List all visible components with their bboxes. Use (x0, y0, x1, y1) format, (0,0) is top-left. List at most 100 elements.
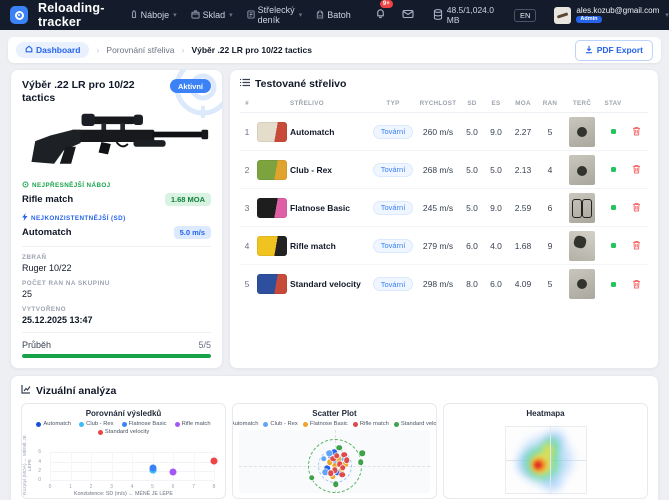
breadcrumb-separator: › (96, 45, 99, 55)
x-tick-label: 3 (110, 484, 113, 490)
row-number: 3 (240, 203, 254, 213)
moa-value: 2.59 (508, 203, 538, 213)
x-tick-label: 2 (90, 484, 93, 490)
es-value: 6.0 (484, 279, 508, 289)
table-title: Testované střelivo (255, 78, 346, 90)
x-tick-label: 4 (131, 484, 134, 490)
ammo-box-image (257, 160, 287, 180)
database-icon (433, 9, 443, 22)
journal-icon (247, 10, 255, 21)
nav-item-sklad[interactable]: Sklad▾ (184, 10, 240, 21)
target-thumbnail[interactable] (569, 193, 595, 223)
nav-item-label: Náboje (141, 10, 170, 20)
speed-value: 298 m/s (416, 279, 460, 289)
delete-row-button[interactable] (630, 160, 643, 179)
column-header: TERČ (562, 100, 602, 107)
tested-ammo-card: Testované střelivo #STŘELIVOTYPRYCHLOSTS… (229, 69, 659, 369)
target-icon (22, 181, 29, 190)
table-row: 2Club - RexTovární268 m/s5.05.02.134 (240, 151, 648, 189)
x-tick-label: 7 (192, 484, 195, 490)
speed-value: 260 m/s (416, 127, 460, 137)
shots-count: 5 (538, 127, 562, 137)
shot-point-standard-velocity (358, 459, 364, 465)
target-thumbnail[interactable] (569, 269, 595, 299)
delete-row-button[interactable] (630, 275, 643, 294)
type-badge: Tovární (373, 277, 414, 291)
column-header: SD (460, 100, 484, 107)
ammo-name: Flatnose Basic (290, 203, 370, 213)
shot-point-standard-velocity (333, 481, 339, 487)
created-label: VYTVOŘENO (22, 306, 211, 313)
legend-label: Flatnose Basic (310, 421, 348, 427)
column-header: ES (484, 100, 508, 107)
target-icon (15, 11, 24, 20)
legend-label: Automatch (43, 421, 71, 427)
best-consistency-value-badge: 5.0 m/s (174, 226, 211, 239)
nav-item-label: Batoh (327, 10, 351, 20)
scatter-plot-area (239, 430, 430, 493)
legend-label: Automatch (232, 421, 258, 427)
storage-usage-value: 48.5/1,024.0 MB (447, 5, 494, 25)
chevron-down-icon: ▾ (299, 11, 303, 19)
comparison-chart-xlabel: Konzistence: SD (m/s) ← MÉNĚ JE LÉPE (22, 491, 225, 497)
comparison-chart-title: Porovnání výsledků (22, 409, 225, 418)
comparison-chart-plot (50, 452, 214, 480)
data-point-flatnose-basic (149, 465, 156, 472)
ammo-box-image (257, 198, 287, 218)
nav-item-batoh[interactable]: Batoh (309, 10, 358, 21)
speed-value: 279 m/s (416, 241, 460, 251)
best-consistency-label: NEJKONZISTENTNĚJŠÍ (SD) (22, 213, 211, 223)
delete-row-button[interactable] (630, 236, 643, 255)
shots-per-group-value: 25 (22, 289, 211, 299)
breadcrumb-dashboard[interactable]: Dashboard (16, 42, 89, 58)
moa-value: 2.13 (508, 165, 538, 175)
row-number: 1 (240, 127, 254, 137)
legend-item: Standard velocity (394, 421, 437, 427)
legend-item: Rifle match (353, 421, 389, 427)
delete-row-button[interactable] (630, 198, 643, 217)
table-row: 1AutomatchTovární260 m/s5.09.02.275 (240, 113, 648, 151)
legend-label: Club - Rex (270, 421, 297, 427)
shot-point-rifle-match (328, 470, 334, 476)
language-switcher[interactable]: EN (514, 9, 536, 22)
delete-row-button[interactable] (630, 122, 643, 141)
app-logo[interactable] (10, 6, 28, 24)
user-menu[interactable]: ales.kozub@gmail.com Admin ▾ (554, 7, 668, 24)
shot-point-standard-velocity (337, 445, 343, 451)
data-point-standard-velocity (211, 458, 218, 465)
backpack-icon (316, 10, 324, 21)
moa-value: 2.27 (508, 127, 538, 137)
target-thumbnail[interactable] (569, 117, 595, 147)
sd-value: 5.0 (460, 203, 484, 213)
table-row: 3Flatnose BasicTovární245 m/s5.09.02.596 (240, 189, 648, 227)
x-tick-label: 0 (49, 484, 52, 490)
progress-value: 5/5 (198, 340, 211, 350)
notifications-button[interactable]: 9+ (375, 6, 386, 24)
type-badge: Tovární (373, 201, 414, 215)
x-tick-label: 1 (69, 484, 72, 490)
type-badge: Tovární (373, 239, 414, 253)
messages-button[interactable] (402, 6, 414, 24)
es-value: 4.0 (484, 241, 508, 251)
breadcrumb-comparison[interactable]: Porovnání střeliva (106, 45, 174, 55)
box-icon (191, 10, 200, 21)
shot-point-standard-velocity (309, 475, 315, 481)
target-thumbnail[interactable] (569, 155, 595, 185)
moa-value: 4.09 (508, 279, 538, 289)
comparison-chart-ylabel: Rozptyl (MOA) ← MÉNĚ JE LÉPE (23, 433, 33, 497)
pdf-export-button[interactable]: PDF Export (575, 40, 653, 61)
legend-item: Rifle match (175, 421, 211, 427)
ammo-box-image (257, 236, 287, 256)
nav-item-st-eleck-den-k[interactable]: Střelecký deník▾ (240, 5, 310, 25)
status-indicator (611, 205, 616, 210)
heatmap-title: Heatmapa (444, 409, 647, 418)
x-tick-label: 5 (151, 484, 154, 490)
nav-item-n-boje[interactable]: Náboje▾ (123, 10, 184, 21)
comparison-chart-panel: Porovnání výsledků AutomatchClub - RexFl… (21, 403, 226, 499)
status-indicator (611, 243, 616, 248)
target-thumbnail[interactable] (569, 231, 595, 261)
shot-point-rifle-match (344, 457, 350, 463)
home-icon (25, 45, 33, 55)
y-tick-label: 0 (38, 477, 41, 483)
storage-usage[interactable]: 48.5/1,024.0 MB (433, 5, 494, 25)
